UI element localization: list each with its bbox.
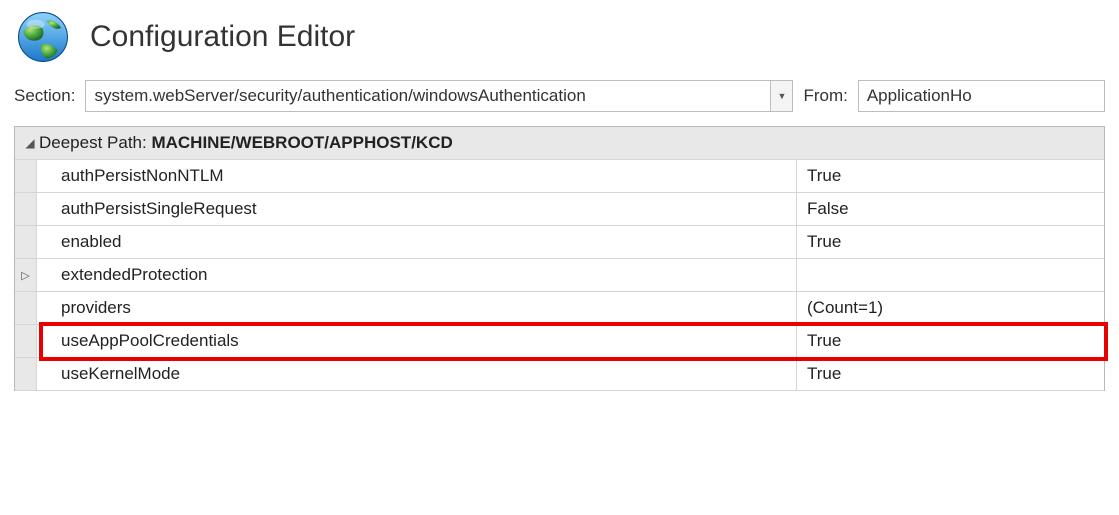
property-row[interactable]: providers(Count=1) (15, 292, 1104, 325)
property-name: useKernelMode (37, 358, 797, 390)
property-value[interactable]: True (797, 160, 1104, 192)
section-label: Section: (14, 86, 75, 106)
collapse-toggle-icon[interactable]: ◢ (21, 136, 39, 150)
row-gutter (15, 226, 37, 258)
section-value-text: system.webServer/security/authentication… (94, 86, 585, 106)
property-name: providers (37, 292, 797, 324)
property-name: extendedProtection (37, 259, 797, 291)
row-gutter (15, 325, 37, 357)
expand-toggle-icon[interactable]: ▷ (15, 259, 37, 291)
property-row[interactable]: ▷extendedProtection (15, 259, 1104, 292)
page-title: Configuration Editor (90, 20, 355, 54)
property-row[interactable]: useAppPoolCredentialsTrue (15, 325, 1104, 358)
section-dropdown-button[interactable]: ▼ (771, 80, 793, 112)
property-row[interactable]: authPersistSingleRequestFalse (15, 193, 1104, 226)
property-row[interactable]: useKernelModeTrue (15, 358, 1104, 391)
property-name: enabled (37, 226, 797, 258)
chevron-down-icon: ▼ (777, 91, 786, 101)
globe-icon (14, 8, 72, 66)
page-header: Configuration Editor (0, 0, 1119, 76)
grid-category-header[interactable]: ◢ Deepest Path: MACHINE/WEBROOT/APPHOST/… (15, 127, 1104, 160)
property-value[interactable]: (Count=1) (797, 292, 1104, 324)
property-name: useAppPoolCredentials (37, 325, 797, 357)
row-gutter (15, 292, 37, 324)
section-toolbar: Section: system.webServer/security/authe… (0, 76, 1119, 126)
property-name: authPersistSingleRequest (37, 193, 797, 225)
row-gutter (15, 160, 37, 192)
property-value[interactable]: True (797, 226, 1104, 258)
from-label: From: (803, 86, 847, 106)
row-gutter (15, 358, 37, 390)
property-name: authPersistNonNTLM (37, 160, 797, 192)
row-gutter (15, 193, 37, 225)
property-row[interactable]: enabledTrue (15, 226, 1104, 259)
property-grid: ◢ Deepest Path: MACHINE/WEBROOT/APPHOST/… (14, 126, 1105, 391)
property-value[interactable] (797, 259, 1104, 291)
property-value[interactable]: True (797, 325, 1104, 357)
property-value[interactable]: True (797, 358, 1104, 390)
property-row[interactable]: authPersistNonNTLMTrue (15, 160, 1104, 193)
from-value-text: ApplicationHo (867, 86, 972, 106)
from-dropdown[interactable]: ApplicationHo (858, 80, 1105, 112)
deepest-path-label: Deepest Path: MACHINE/WEBROOT/APPHOST/KC… (39, 133, 453, 153)
property-value[interactable]: False (797, 193, 1104, 225)
section-dropdown[interactable]: system.webServer/security/authentication… (85, 80, 771, 112)
